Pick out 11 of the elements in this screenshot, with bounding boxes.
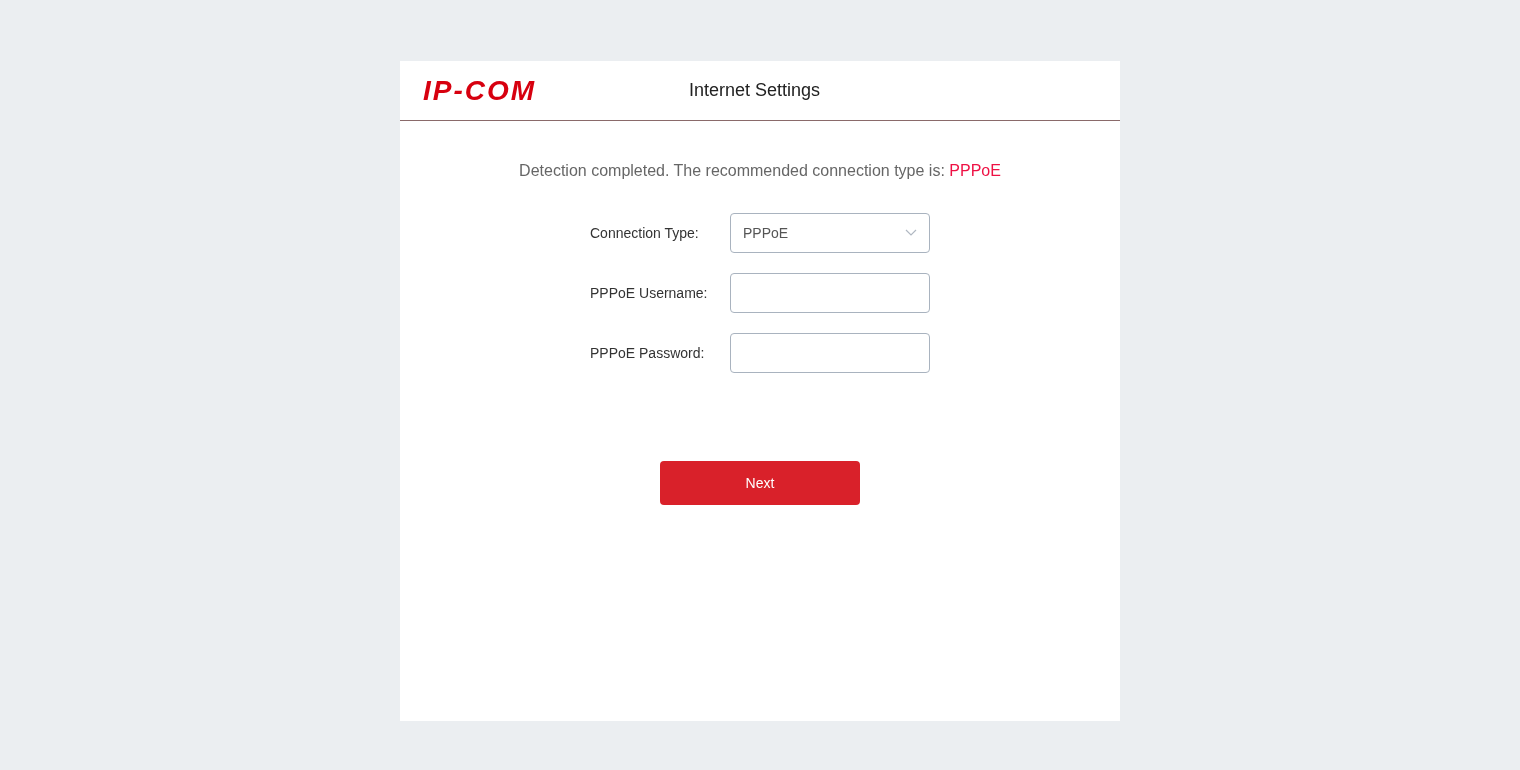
next-button[interactable]: Next	[660, 461, 860, 505]
chevron-down-icon	[905, 229, 917, 237]
connection-type-select[interactable]: PPPoE	[730, 213, 930, 253]
input-field[interactable]	[730, 273, 930, 313]
field-label: Connection Type:	[590, 223, 700, 243]
page-title: Internet Settings	[689, 79, 821, 102]
input-field[interactable]	[730, 333, 930, 373]
logo: IP-COM	[423, 76, 538, 105]
field-label: PPPoE Username:	[590, 283, 709, 303]
detection-message: Detection completed. The recommended connection type is: PPPoE	[518, 161, 1002, 181]
field-label: PPPoE Password:	[590, 343, 706, 363]
